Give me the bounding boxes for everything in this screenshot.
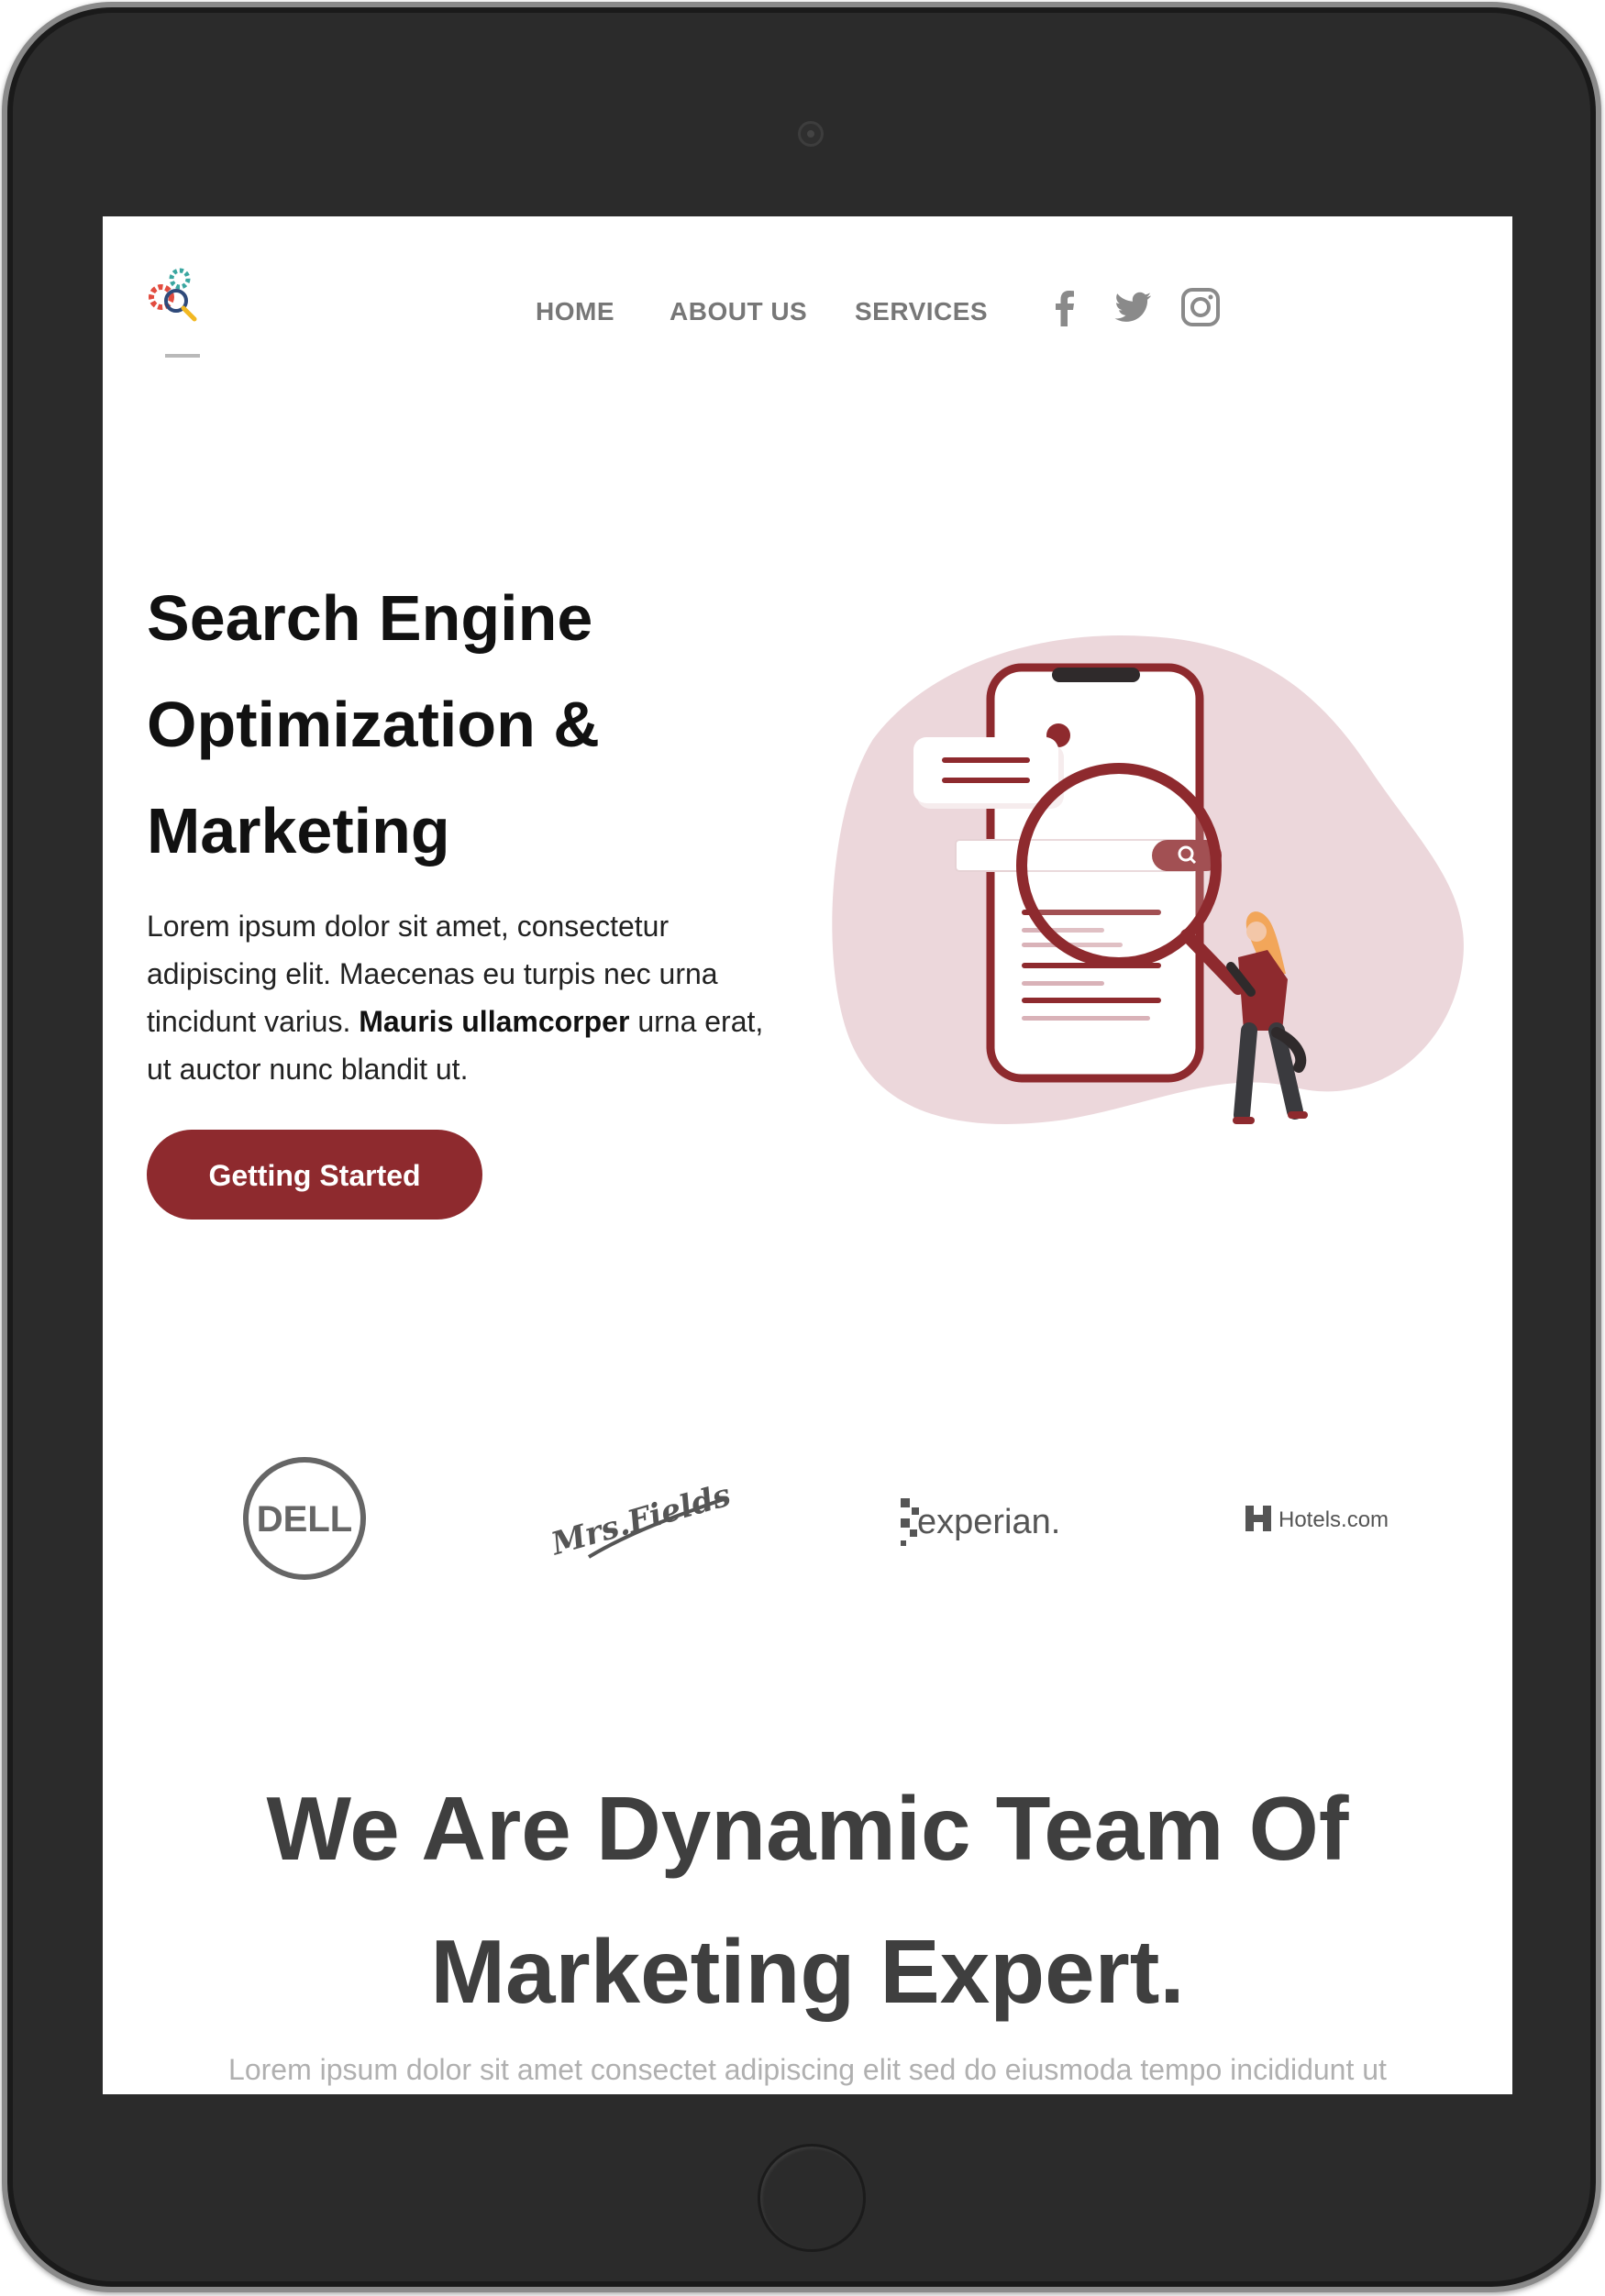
team-title-line: Marketing Expert. [430, 1921, 1185, 2022]
nav-about-us[interactable]: ABOUT US [670, 297, 807, 326]
hero-text-bold: Mauris ullamcorper [359, 1005, 630, 1038]
camera-icon [798, 121, 824, 147]
twitter-icon[interactable] [1112, 286, 1154, 328]
hero-title-line: Search Engine [147, 582, 593, 654]
instagram-icon[interactable] [1179, 286, 1222, 328]
logo-underline [165, 354, 200, 358]
dell-logo: DELL [243, 1457, 366, 1580]
logo-icon[interactable] [145, 266, 202, 323]
hotels-com-logo-text: Hotels.com [1278, 1507, 1389, 1532]
mrs-fields-logo-text: Mrs.Fields [552, 1476, 735, 1562]
screen: HOME ABOUT US SERVICES Search Engine Opt… [103, 216, 1512, 2094]
mrs-fields-logo: Mrs.Fields [552, 1476, 735, 1562]
team-title-line: We Are Dynamic Team Of [266, 1778, 1349, 1879]
nav-services[interactable]: SERVICES [855, 297, 988, 326]
facebook-icon[interactable] [1044, 286, 1086, 328]
hotels-com-logo: Hotels.com [1245, 1506, 1389, 1532]
hero-title-line: Marketing [147, 795, 450, 867]
experian-logo: experian. [901, 1498, 1060, 1546]
team-subtitle: Lorem ipsum dolor sit amet consectet adi… [228, 2053, 1387, 2086]
home-button[interactable] [758, 2144, 866, 2252]
experian-logo-text: experian. [917, 1503, 1060, 1541]
getting-started-button[interactable]: Getting Started [147, 1130, 482, 1220]
tablet-frame: HOME ABOUT US SERVICES Search Engine Opt… [2, 2, 1601, 2292]
dell-logo-text: DELL [257, 1499, 352, 1540]
nav-home[interactable]: HOME [536, 297, 614, 326]
team-title: We Are Dynamic Team Of Marketing Expert. [103, 1757, 1512, 2043]
hero-title-line: Optimization & [147, 689, 600, 760]
hero-title: Search Engine Optimization & Marketing [147, 565, 789, 884]
seo-illustration [832, 635, 1464, 1125]
hero-description: Lorem ipsum dolor sit amet, consectetur … [147, 902, 770, 1093]
